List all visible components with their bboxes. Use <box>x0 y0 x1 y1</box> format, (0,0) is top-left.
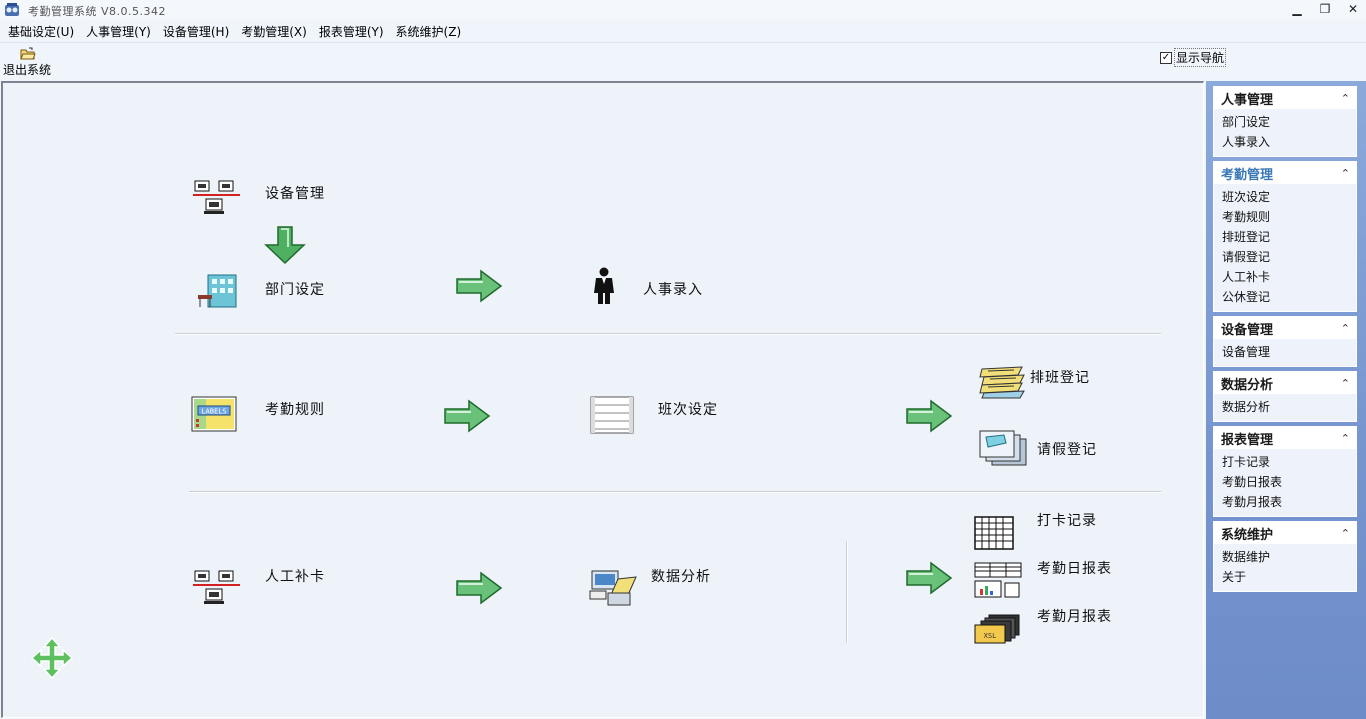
nav-group-title: 人事管理 <box>1221 92 1274 108</box>
arrow-down-icon <box>264 226 306 265</box>
nav-group-header[interactable]: 报表管理 ⌃ <box>1214 427 1356 449</box>
label-device: 设备管理 <box>265 186 325 202</box>
menu-basic-settings[interactable]: 基础设定(U) <box>8 23 74 40</box>
arrow-right-icon <box>906 561 953 595</box>
label-shift-setup: 班次设定 <box>658 402 718 418</box>
label-data-analysis: 数据分析 <box>651 569 711 585</box>
nav-group-attendance: 考勤管理 ⌃ 班次设定 考勤规则 排班登记 请假登记 人工补卡 公休登记 <box>1213 161 1357 312</box>
show-nav-checkbox[interactable]: ✓ <box>1160 51 1172 64</box>
label-monthly-report: 考勤月报表 <box>1037 609 1112 625</box>
toolbar: 退出系统 ✓ 显示导航 <box>0 44 1366 80</box>
label-manual-punch: 人工补卡 <box>265 569 325 585</box>
nav-group-reports: 报表管理 ⌃ 打卡记录 考勤日报表 考勤月报表 <box>1213 426 1357 517</box>
nav-item-device-manage[interactable]: 设备管理 <box>1222 342 1356 362</box>
leave-papers-icon <box>979 430 1027 466</box>
arrow-right-icon <box>906 399 953 433</box>
nav-item-staff-entry[interactable]: 人事录入 <box>1222 132 1356 152</box>
nav-group-personnel: 人事管理 ⌃ 部门设定 人事录入 <box>1213 86 1357 157</box>
collapse-icon[interactable]: ⌃ <box>1341 432 1350 445</box>
nav-item-monthly-report[interactable]: 考勤月报表 <box>1222 492 1356 512</box>
person-icon <box>594 267 614 304</box>
shift-list-icon <box>590 396 634 434</box>
maximize-button[interactable]: ❐ <box>1318 1 1332 17</box>
label-schedule: 排班登记 <box>1030 370 1090 386</box>
nav-group-title: 数据分析 <box>1221 377 1274 393</box>
nav-item-leave[interactable]: 请假登记 <box>1222 247 1356 267</box>
nav-item-data-analysis[interactable]: 数据分析 <box>1222 397 1356 417</box>
nav-group-header[interactable]: 数据分析 ⌃ <box>1214 372 1356 394</box>
divider <box>189 491 1161 493</box>
labels-icon: LABELS <box>191 396 237 432</box>
nav-item-daily-report[interactable]: 考勤日报表 <box>1222 472 1356 492</box>
arrow-right-icon <box>456 571 503 605</box>
label-department: 部门设定 <box>265 282 325 298</box>
collapse-icon[interactable]: ⌃ <box>1341 167 1350 180</box>
show-nav-label: 显示导航 <box>1174 48 1227 67</box>
network-device-icon <box>193 570 240 604</box>
svg-text:XSL: XSL <box>984 632 997 640</box>
app-icon <box>5 3 19 16</box>
table-grid-icon <box>974 516 1014 550</box>
menu-personnel[interactable]: 人事管理(Y) <box>86 23 151 40</box>
nav-item-public-holiday[interactable]: 公休登记 <box>1222 287 1356 307</box>
label-daily-report: 考勤日报表 <box>1037 561 1112 577</box>
monthly-report-icon: XSL <box>974 614 1020 644</box>
nav-item-dept-setup[interactable]: 部门设定 <box>1222 112 1356 132</box>
title-bar: 考勤管理系统 V8.0.5.342 ▁ ❐ ✕ <box>0 0 1366 20</box>
nav-group-title: 报表管理 <box>1221 432 1274 448</box>
close-button[interactable]: ✕ <box>1346 1 1360 17</box>
nav-group-title: 系统维护 <box>1221 527 1274 543</box>
exit-system-button[interactable]: 退出系统 <box>3 47 55 79</box>
nav-item-manual-punch[interactable]: 人工补卡 <box>1222 267 1356 287</box>
label-staff-entry: 人事录入 <box>643 282 703 298</box>
data-analysis-icon <box>589 570 637 606</box>
arrow-right-icon <box>456 269 503 303</box>
nav-item-shift-setup[interactable]: 班次设定 <box>1222 187 1356 207</box>
label-attendance-rules: 考勤规则 <box>265 402 325 418</box>
nav-group-header[interactable]: 考勤管理 ⌃ <box>1214 162 1356 184</box>
collapse-icon[interactable]: ⌃ <box>1341 527 1350 540</box>
schedule-stack-icon <box>979 366 1025 399</box>
exit-label: 退出系统 <box>3 63 52 77</box>
nav-group-header[interactable]: 人事管理 ⌃ <box>1214 87 1356 109</box>
network-device-icon <box>193 180 240 214</box>
menu-reports[interactable]: 报表管理(Y) <box>319 23 384 40</box>
show-nav-toggle[interactable]: ✓ 显示导航 <box>1160 48 1227 67</box>
building-icon <box>198 274 237 308</box>
nav-item-attendance-rules[interactable]: 考勤规则 <box>1222 207 1356 227</box>
svg-text:LABELS: LABELS <box>201 408 226 416</box>
collapse-icon[interactable]: ⌃ <box>1341 322 1350 335</box>
collapse-icon[interactable]: ⌃ <box>1341 92 1350 105</box>
nav-group-header[interactable]: 系统维护 ⌃ <box>1214 522 1356 544</box>
nav-group-title: 考勤管理 <box>1221 167 1274 183</box>
arrow-right-icon <box>444 399 491 433</box>
nav-group-header[interactable]: 设备管理 ⌃ <box>1214 317 1356 339</box>
collapse-icon[interactable]: ⌃ <box>1341 377 1350 390</box>
menu-bar: 基础设定(U) 人事管理(Y) 设备管理(H) 考勤管理(X) 报表管理(Y) … <box>0 21 1366 43</box>
daily-report-icon <box>974 562 1022 598</box>
menu-device[interactable]: 设备管理(H) <box>163 23 229 40</box>
nav-item-schedule[interactable]: 排班登记 <box>1222 227 1356 247</box>
label-leave: 请假登记 <box>1037 442 1097 458</box>
nav-group-device: 设备管理 ⌃ 设备管理 <box>1213 316 1357 367</box>
nav-group-title: 设备管理 <box>1221 322 1274 338</box>
navigation-sidebar: 人事管理 ⌃ 部门设定 人事录入 考勤管理 ⌃ 班次设定 考勤规则 排班登记 请… <box>1206 81 1366 719</box>
nav-group-data-analysis: 数据分析 ⌃ 数据分析 <box>1213 371 1357 422</box>
nav-item-punch-records[interactable]: 打卡记录 <box>1222 452 1356 472</box>
menu-system[interactable]: 系统维护(Z) <box>396 23 462 40</box>
divider-vertical <box>846 541 848 643</box>
divider <box>175 333 1161 335</box>
nav-item-data-maintenance[interactable]: 数据维护 <box>1222 547 1356 567</box>
open-folder-icon <box>20 47 36 60</box>
menu-attendance[interactable]: 考勤管理(X) <box>241 23 307 40</box>
move-arrows-icon[interactable] <box>31 637 73 679</box>
main-flow-panel: 设备管理 部门设定 人事录入 LABELS 考勤规则 班次设定 排班登记 请假登… <box>1 81 1204 718</box>
nav-item-about[interactable]: 关于 <box>1222 567 1356 587</box>
label-punch-records: 打卡记录 <box>1037 513 1097 529</box>
nav-group-system: 系统维护 ⌃ 数据维护 关于 <box>1213 521 1357 592</box>
window-title: 考勤管理系统 V8.0.5.342 <box>28 5 167 18</box>
minimize-button[interactable]: ▁ <box>1290 1 1304 17</box>
